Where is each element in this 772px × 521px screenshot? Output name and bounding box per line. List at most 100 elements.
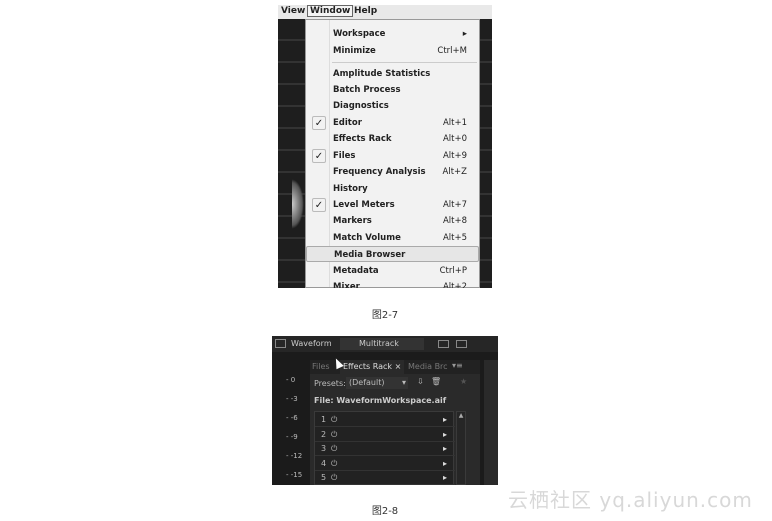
- tab-files[interactable]: Files: [312, 362, 330, 371]
- ruler-tick: - -9: [286, 433, 298, 441]
- figure-window-menu: View Window Help Workspace ▸ Minimize Ctrl+…: [278, 5, 492, 288]
- spectrum-icon[interactable]: [456, 340, 467, 348]
- effect-slot[interactable]: 5 ⏻ ▸: [315, 471, 455, 485]
- caption-fig-2-7: 图2-7: [371, 310, 399, 321]
- tab-label: Effects Rack: [343, 362, 393, 371]
- save-preset-icon[interactable]: ⇩: [417, 377, 424, 386]
- waveform-button[interactable]: Waveform: [291, 339, 332, 348]
- menu-item-label: Media Browser: [334, 250, 406, 260]
- effect-slot[interactable]: 4 ⏻ ▸: [315, 457, 455, 471]
- menu-bar: View Window Help: [278, 5, 492, 19]
- menu-item[interactable]: Effects Rack Alt+0: [306, 131, 479, 147]
- menu-item[interactable]: Diagnostics: [306, 98, 479, 114]
- star-icon[interactable]: ★: [460, 377, 467, 386]
- menu-item[interactable]: Minimize Ctrl+M: [306, 43, 479, 59]
- menu-separator: [332, 62, 477, 63]
- play-arrow-icon[interactable]: ▸: [443, 442, 447, 456]
- menu-item[interactable]: Batch Process: [306, 82, 479, 98]
- menu-item[interactable]: ✓ Files Alt+9: [306, 148, 479, 164]
- menu-item-shortcut: Alt+Z: [442, 167, 467, 177]
- presets-value: (Default): [349, 378, 385, 387]
- effects-slots: 1 ⏻ ▸ 2 ⏻ ▸ 3 ⏻ ▸ 4 ⏻ ▸ 5 ⏻ ▸: [314, 411, 455, 485]
- play-arrow-icon[interactable]: ▸: [443, 413, 447, 427]
- menu-item-label: Amplitude Statistics: [333, 69, 431, 79]
- tab-effects-rack[interactable]: Effects Rack ×: [340, 360, 405, 374]
- scrollbar[interactable]: ▲: [456, 411, 466, 485]
- figure-effects-rack: Waveform Multitrack Files Effects Rack ×…: [272, 336, 498, 485]
- panel-menu-icon[interactable]: ▾≡: [452, 361, 463, 370]
- slot-number: 4: [321, 458, 327, 468]
- menu-item[interactable]: ✓ Level Meters Alt+7: [306, 197, 479, 213]
- play-arrow-icon[interactable]: ▸: [443, 428, 447, 442]
- menu-item-label: Diagnostics: [333, 101, 389, 111]
- menu-item[interactable]: Markers Alt+8: [306, 213, 479, 229]
- editor-panel-edge: [484, 360, 498, 485]
- menu-item[interactable]: Mixer Alt+2: [306, 279, 479, 288]
- menu-view[interactable]: View: [281, 6, 305, 16]
- menu-item[interactable]: Match Volume Alt+5: [306, 230, 479, 246]
- menu-item-label: Effects Rack: [333, 134, 392, 144]
- menu-item-label: Frequency Analysis: [333, 167, 426, 177]
- menu-item[interactable]: Media Browser: [306, 246, 479, 262]
- menu-item-shortcut: Alt+7: [442, 200, 467, 210]
- power-icon[interactable]: ⏻: [331, 428, 337, 442]
- check-icon: ✓: [312, 198, 326, 212]
- power-icon[interactable]: ⏻: [331, 471, 337, 485]
- slot-number: 2: [321, 429, 327, 439]
- ruler-tick: - -6: [286, 414, 298, 422]
- check-icon: ✓: [312, 116, 326, 130]
- menu-item-shortcut: Alt+5: [442, 233, 467, 243]
- file-label: File: WaveformWorkspace.aif: [314, 396, 447, 405]
- menu-item-label: Match Volume: [333, 233, 401, 243]
- effect-slot[interactable]: 1 ⏻ ▸: [315, 413, 455, 427]
- menu-item[interactable]: Frequency Analysis Alt+Z: [306, 164, 479, 180]
- trash-icon[interactable]: 🗑: [431, 377, 441, 386]
- menu-item[interactable]: ✓ Editor Alt+1: [306, 115, 479, 131]
- menu-help[interactable]: Help: [354, 6, 377, 16]
- menu-item-label: Metadata: [333, 266, 379, 276]
- slot-number: 3: [321, 444, 327, 453]
- menu-item-label: Editor: [333, 118, 362, 128]
- ruler-tick: - 0: [286, 376, 296, 384]
- window-dropdown: Workspace ▸ Minimize Ctrl+M Amplitude Statis…: [305, 19, 480, 288]
- menu-window[interactable]: Window: [307, 5, 354, 17]
- menu-item-shortcut: Ctrl+P: [439, 266, 467, 276]
- chevron-down-icon: ▾: [401, 378, 406, 387]
- watermark: 云栖社区 yq.aliyun.com: [508, 488, 753, 512]
- menu-item-shortcut: Alt+8: [442, 216, 467, 226]
- effects-rack-panel: Presets: (Default) ▾ ⇩ 🗑 ★ File: Waveform…: [310, 374, 480, 485]
- menu-item-shortcut: Alt+9: [442, 151, 467, 161]
- layout-icon[interactable]: [438, 340, 449, 348]
- power-icon[interactable]: ⏻: [331, 442, 337, 456]
- multitrack-button[interactable]: Multitrack: [359, 339, 399, 348]
- menu-item-label: Minimize: [333, 46, 376, 56]
- ruler-tick: - -12: [286, 452, 303, 460]
- presets-dropdown[interactable]: (Default) ▾: [346, 377, 408, 389]
- menu-item[interactable]: Metadata Ctrl+P: [306, 263, 479, 279]
- toolbar: Waveform Multitrack: [272, 336, 498, 352]
- play-arrow-icon[interactable]: ▸: [443, 457, 447, 471]
- check-icon: ✓: [312, 149, 326, 163]
- presets-label: Presets:: [314, 379, 346, 388]
- ruler-tick: - -15: [286, 471, 303, 479]
- power-icon[interactable]: ⏻: [331, 457, 337, 471]
- submenu-arrow-icon: ▸: [462, 29, 467, 39]
- slot-number: 1: [321, 415, 327, 424]
- menu-item-label: History: [333, 184, 368, 194]
- caption-fig-2-8: 图2-8: [371, 506, 399, 517]
- menu-item-shortcut: Alt+1: [442, 118, 467, 128]
- slot-number: 5: [321, 473, 327, 482]
- close-icon[interactable]: ×: [395, 362, 402, 371]
- menu-item-shortcut: Ctrl+M: [437, 46, 467, 56]
- power-icon[interactable]: ⏻: [331, 413, 337, 427]
- menu-item[interactable]: History: [306, 181, 479, 197]
- play-arrow-icon[interactable]: ▸: [443, 471, 447, 485]
- menu-item[interactable]: Workspace ▸: [306, 26, 479, 42]
- tab-media-browser[interactable]: Media Brc: [408, 362, 448, 371]
- menu-item[interactable]: Amplitude Statistics: [306, 66, 479, 82]
- menu-item-shortcut: Alt+0: [442, 134, 467, 144]
- effect-slot[interactable]: 2 ⏻ ▸: [315, 428, 455, 442]
- effect-slot[interactable]: 3 ⏻ ▸: [315, 442, 455, 456]
- menu-item-label: Markers: [333, 216, 372, 226]
- menu-item-label: Mixer: [333, 282, 360, 288]
